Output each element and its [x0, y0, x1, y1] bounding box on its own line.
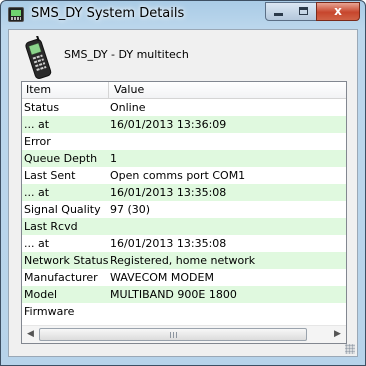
row-value: WAVECOM MODEM [110, 271, 214, 284]
row-item-label: ... at [24, 118, 50, 131]
list-row[interactable]: Network Status Registered, home network [22, 252, 346, 269]
horizontal-scrollbar[interactable]: ◀ ▶ [22, 325, 346, 343]
list-row[interactable]: Manufacturer WAVECOM MODEM [22, 269, 346, 286]
scroll-left-arrow-icon[interactable]: ◀ [22, 326, 39, 343]
details-listview[interactable]: Item Value Status Online ... at 16/01/2013 … [21, 81, 347, 344]
row-item-label: Model [24, 288, 58, 301]
scroll-right-arrow-icon[interactable]: ▶ [329, 326, 346, 343]
mobile-phone-icon [25, 36, 52, 79]
row-item-label: Manufacturer [24, 271, 98, 284]
title-bar[interactable]: SMS_DY System Details x [1, 1, 365, 29]
row-value: Open comms port COM1 [110, 169, 246, 182]
listview-rows: Status Online ... at 16/01/2013 13:36:09 Err… [22, 99, 346, 320]
close-icon: x [334, 4, 342, 18]
list-row[interactable]: ... at 16/01/2013 13:35:08 [22, 184, 346, 201]
row-item-label: ... at [24, 186, 50, 199]
system-details-window: SMS_DY System Details x SMS_DY - DY mult… [0, 0, 366, 366]
row-item-label: Firmware [24, 305, 75, 318]
row-item-label: Network Status [24, 254, 109, 267]
row-value: 16/01/2013 13:35:08 [110, 186, 227, 199]
device-header: SMS_DY - DY multitech [9, 30, 357, 80]
list-row[interactable]: Last Sent Open comms port COM1 [22, 167, 346, 184]
scrollbar-grip-icon [170, 332, 178, 338]
row-value: 1 [110, 152, 117, 165]
row-item-label: Queue Depth [24, 152, 98, 165]
row-item-label: Last Rcvd [24, 220, 78, 233]
column-header-value[interactable]: Value [110, 82, 346, 98]
row-value: 97 (30) [110, 203, 151, 216]
app-phone-icon [8, 7, 24, 22]
row-value: Online [110, 101, 146, 114]
device-name: SMS_DY - DY multitech [64, 48, 189, 61]
list-row[interactable]: Error [22, 133, 346, 150]
client-area: SMS_DY - DY multitech Item Value Status O… [8, 29, 358, 357]
maximize-button[interactable] [291, 2, 317, 21]
list-row[interactable]: Queue Depth 1 [22, 150, 346, 167]
row-value: 16/01/2013 13:36:09 [110, 118, 227, 131]
row-item-label: Signal Quality [24, 203, 101, 216]
resize-grip-icon[interactable] [345, 344, 355, 354]
column-header-item[interactable]: Item [22, 82, 109, 98]
row-item-label: Last Sent [24, 169, 76, 182]
minimize-button[interactable] [265, 2, 292, 21]
row-item-label: ... at [24, 237, 50, 250]
row-item-label: Status [24, 101, 60, 114]
list-row[interactable]: Signal Quality 97 (30) [22, 201, 346, 218]
list-row[interactable]: Model MULTIBAND 900E 1800 [22, 286, 346, 303]
maximize-icon [299, 7, 308, 15]
row-value: MULTIBAND 900E 1800 [110, 288, 237, 301]
list-row[interactable]: ... at 16/01/2013 13:35:08 [22, 235, 346, 252]
row-item-label: Error [24, 135, 51, 148]
row-value: 16/01/2013 13:35:08 [110, 237, 227, 250]
list-row[interactable]: Last Rcvd [22, 218, 346, 235]
scrollbar-thumb[interactable] [39, 328, 307, 341]
close-button[interactable]: x [316, 2, 360, 21]
list-row[interactable]: Firmware [22, 303, 346, 320]
list-row[interactable]: ... at 16/01/2013 13:36:09 [22, 116, 346, 133]
row-value: Registered, home network [110, 254, 256, 267]
minimize-icon [274, 13, 283, 16]
column-header: Item Value [22, 82, 346, 99]
list-row[interactable]: Status Online [22, 99, 346, 116]
window-title: SMS_DY System Details [31, 6, 185, 21]
